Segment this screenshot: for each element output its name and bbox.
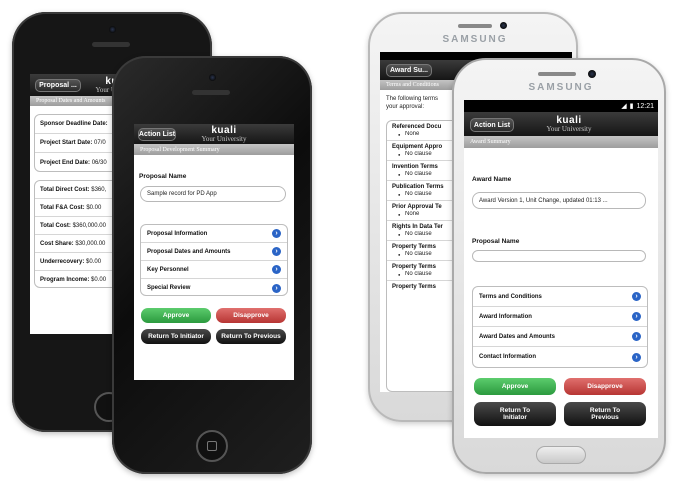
menu-item-award-information[interactable]: Award Information › xyxy=(473,307,647,327)
return-to-initiator-button[interactable]: Return To Initiator xyxy=(474,402,556,426)
front-camera xyxy=(500,22,507,29)
disapprove-button[interactable]: Disapprove xyxy=(216,308,286,323)
home-button[interactable] xyxy=(536,446,586,464)
samsung-front-device: SAMSUNG ◢ ▮ 12:21 Action List kuali Your… xyxy=(452,58,666,474)
award-menu: Terms and Conditions › Award Information ›… xyxy=(472,286,648,368)
chevron-right-icon: › xyxy=(272,265,281,274)
proposal-name-field[interactable]: Sample record for PD App xyxy=(140,186,286,202)
samsung-brand: SAMSUNG xyxy=(442,34,508,45)
chevron-right-icon: › xyxy=(272,283,281,293)
menu-item-proposal-dates[interactable]: Proposal Dates and Amounts › xyxy=(141,243,287,261)
section-subbar: Proposal Development Summary xyxy=(134,144,294,155)
iphone-front-screen: Action List kuali Your University Propos… xyxy=(134,124,294,380)
proposal-name-field[interactable] xyxy=(472,250,646,262)
action-list-button[interactable]: Action List xyxy=(138,128,176,141)
battery-icon: ▮ xyxy=(629,103,634,110)
chevron-right-icon: › xyxy=(632,312,641,321)
menu-item-terms-and-conditions[interactable]: Terms and Conditions › xyxy=(473,287,647,307)
section-subbar: Award Summary xyxy=(464,136,658,148)
clock: 12:21 xyxy=(636,102,654,110)
home-button[interactable] xyxy=(196,430,228,462)
proposal-name-label: Proposal Name xyxy=(472,238,520,245)
chevron-right-icon: › xyxy=(632,352,641,362)
signal-icon: ◢ xyxy=(621,103,627,110)
proposal-back-button[interactable]: Proposal ... xyxy=(35,79,81,92)
chevron-right-icon: › xyxy=(272,229,281,238)
front-camera xyxy=(588,70,596,78)
menu-item-award-dates[interactable]: Award Dates and Amounts › xyxy=(473,327,647,347)
status-bar: ◢ ▮ 12:21 xyxy=(464,100,658,112)
samsung-front-screen: ◢ ▮ 12:21 Action List kuali Your Univers… xyxy=(464,100,658,438)
action-list-button[interactable]: Action List xyxy=(470,118,514,132)
speaker-grille xyxy=(458,24,492,28)
terms-intro: The following terms your approval: xyxy=(386,96,439,110)
award-name-field[interactable]: Award Version 1, Unit Change, updated 01… xyxy=(472,192,646,209)
menu-item-proposal-information[interactable]: Proposal Information › xyxy=(141,225,287,243)
approve-button[interactable]: Approve xyxy=(141,308,211,323)
front-camera xyxy=(109,26,116,33)
samsung-brand: SAMSUNG xyxy=(528,82,594,93)
return-to-previous-button[interactable]: Return To Previous xyxy=(564,402,646,426)
speaker-grille xyxy=(538,72,576,76)
award-name-label: Award Name xyxy=(472,176,512,183)
menu-item-key-personnel[interactable]: Key Personnel › xyxy=(141,261,287,279)
chevron-right-icon: › xyxy=(632,332,641,341)
return-to-initiator-button[interactable]: Return To Initiator xyxy=(141,329,211,344)
iphone-front-device: Action List kuali Your University Propos… xyxy=(112,56,312,474)
proposal-name-label: Proposal Name xyxy=(139,173,187,180)
disapprove-button[interactable]: Disapprove xyxy=(564,378,646,395)
front-camera xyxy=(209,74,216,81)
menu-item-contact-information[interactable]: Contact Information › xyxy=(473,347,647,367)
approve-button[interactable]: Approve xyxy=(474,378,556,395)
menu-item-special-review[interactable]: Special Review › xyxy=(141,279,287,295)
return-to-previous-button[interactable]: Return To Previous xyxy=(216,329,286,344)
kuali-logo: kuali Your University xyxy=(546,115,592,133)
speaker-grille xyxy=(92,42,130,47)
kuali-logo: kuali Your University xyxy=(201,125,247,143)
chevron-right-icon: › xyxy=(272,247,281,256)
award-summary-back-button[interactable]: Award Su... xyxy=(386,64,432,77)
speaker-grille xyxy=(192,90,230,95)
summary-menu: Proposal Information › Proposal Dates and… xyxy=(140,224,288,296)
app-header: Action List kuali Your University xyxy=(134,124,294,144)
chevron-right-icon: › xyxy=(632,292,641,301)
app-header: Action List kuali Your University xyxy=(464,112,658,136)
